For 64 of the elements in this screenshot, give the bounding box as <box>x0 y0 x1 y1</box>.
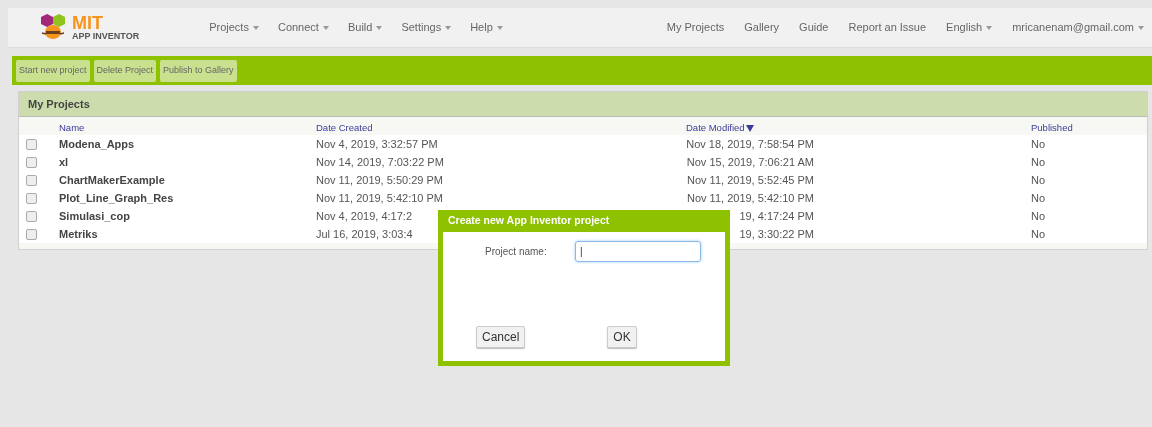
caret-icon <box>1138 25 1144 30</box>
project-name[interactable]: Metriks <box>59 227 98 240</box>
published-status: No <box>1031 208 1046 224</box>
project-name[interactable]: Modena_Apps <box>59 137 135 150</box>
published-status: No <box>1031 154 1046 170</box>
nav-link[interactable]: Report an Issue <box>848 19 927 36</box>
published-status: No <box>1031 136 1046 152</box>
date-created: Nov 4, 2019, 3:32:57 PM <box>316 137 438 150</box>
column-header[interactable]: Published <box>1031 120 1073 136</box>
caret-icon <box>376 25 383 30</box>
published-status: No <box>1031 172 1046 188</box>
dialog-title: Create new App Inventor project <box>448 213 610 229</box>
project-name[interactable]: xl <box>59 155 69 168</box>
logo-title: MIT <box>72 14 104 32</box>
date-created: Nov 4, 2019, 4:17:2 <box>316 209 412 222</box>
caret-icon <box>445 25 452 30</box>
dialog-button[interactable]: OK <box>607 326 637 348</box>
sort-descending-icon <box>745 124 754 132</box>
date-created: Nov 14, 2019, 7:03:22 PM <box>316 155 444 168</box>
nav-link[interactable]: My Projects <box>666 19 725 36</box>
row-checkbox[interactable] <box>26 192 37 204</box>
caret-icon <box>496 25 503 30</box>
caret-icon <box>986 25 993 30</box>
dialog-button[interactable]: Cancel <box>476 326 526 348</box>
date-modified: Nov 11, 2019, 5:52:45 PM <box>687 172 814 188</box>
menu-item[interactable]: Settings <box>401 19 452 36</box>
date-created: Jul 16, 2019, 3:03:4 <box>316 227 413 240</box>
menu-item[interactable]: Build <box>347 19 383 36</box>
published-status: No <box>1031 190 1046 206</box>
toolbar-button[interactable]: Start new project <box>16 59 90 82</box>
project-name[interactable]: Simulasi_cop <box>59 209 130 222</box>
row-checkbox[interactable] <box>26 138 37 150</box>
date-created: Nov 11, 2019, 5:50:29 PM <box>316 173 443 186</box>
date-modified: Nov 15, 2019, 7:06:21 AM <box>686 154 814 170</box>
date-modified: Nov 18, 2019, 7:58:54 PM <box>686 136 814 152</box>
nav-link[interactable]: mricanenam@gmail.com <box>1012 19 1144 36</box>
menu-item[interactable]: Help <box>470 19 503 36</box>
toolbar-button[interactable]: Publish to Gallery <box>160 59 237 82</box>
row-checkbox[interactable] <box>26 228 37 240</box>
row-checkbox[interactable] <box>26 174 37 186</box>
project-name[interactable]: ChartMakerExample <box>59 173 165 186</box>
toolbar-button[interactable]: Delete Project <box>93 59 157 82</box>
date-modified: 19, 3:30:22 PM <box>739 226 814 242</box>
column-header[interactable]: Date Modified <box>686 120 754 136</box>
published-status: No <box>1031 226 1046 242</box>
nav-link[interactable]: Gallery <box>744 19 780 36</box>
date-modified: 19, 4:17:24 PM <box>739 208 814 224</box>
menu-item[interactable]: Projects <box>209 19 259 36</box>
field-label: Project name: <box>485 245 548 259</box>
panel-title: My Projects <box>28 96 90 112</box>
row-checkbox[interactable] <box>26 210 37 222</box>
menu-item[interactable]: Connect <box>277 19 329 36</box>
project-name[interactable]: Plot_Line_Graph_Res <box>59 191 174 204</box>
date-modified: Nov 11, 2019, 5:42:10 PM <box>687 190 814 206</box>
column-header[interactable]: Name <box>59 120 85 136</box>
caret-icon <box>322 25 329 30</box>
caret-icon <box>252 25 259 30</box>
nav-link[interactable]: Guide <box>799 19 829 36</box>
nav-link[interactable]: English <box>946 19 993 36</box>
row-checkbox[interactable] <box>26 156 37 168</box>
logo-subtitle: APP INVENTOR <box>72 32 140 41</box>
date-created: Nov 11, 2019, 5:42:10 PM <box>316 191 443 204</box>
project-name-field[interactable]: | <box>575 241 701 262</box>
column-header[interactable]: Date Created <box>316 120 373 136</box>
